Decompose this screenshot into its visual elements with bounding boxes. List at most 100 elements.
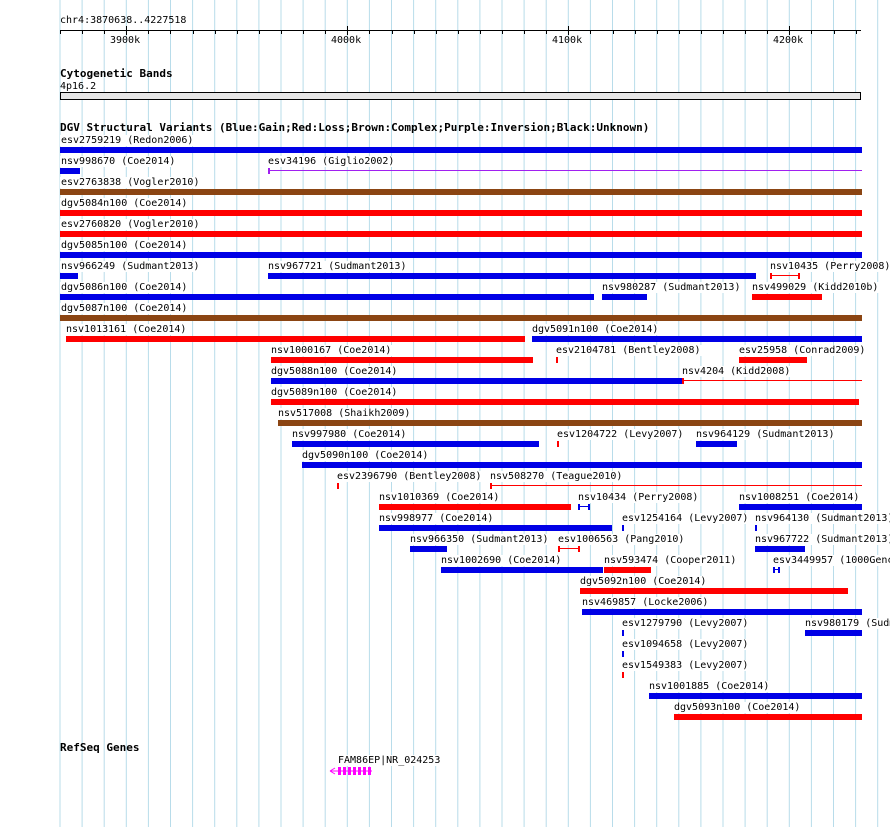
dgv-feature-label[interactable]: nsv967721 (Sudmant2013) (267, 261, 408, 272)
dgv-feature-label[interactable]: dgv5093n100 (Coe2014) (673, 702, 802, 713)
dgv-feature-label[interactable]: nsv1008251 (Coe2014) (738, 492, 861, 503)
dgv-feature-label[interactable]: nsv967722 (Sudmant2013) (754, 534, 890, 545)
dgv-feature-nsv1001885[interactable] (649, 693, 862, 699)
dgv-feature-label[interactable]: esv2760820 (Vogler2010) (60, 219, 201, 230)
dgv-feature-label[interactable]: nsv10434 (Perry2008) (577, 492, 700, 503)
dgv-feature-nsv1008251[interactable] (739, 504, 862, 510)
dgv-feature-nsv964130[interactable] (755, 525, 757, 531)
dgv-feature-label[interactable]: nsv966249 (Sudmant2013) (60, 261, 201, 272)
dgv-feature-dgv5091n100[interactable] (532, 336, 862, 342)
dgv-feature-label[interactable]: esv2104781 (Bentley2008) (555, 345, 702, 356)
dgv-feature-label[interactable]: esv2763838 (Vogler2010) (60, 177, 201, 188)
dgv-feature-label[interactable]: nsv1002690 (Coe2014) (440, 555, 563, 566)
dgv-feature-label[interactable]: dgv5089n100 (Coe2014) (270, 387, 399, 398)
dgv-feature-label[interactable]: esv34196 (Giglio2002) (267, 156, 396, 167)
dgv-feature-label[interactable]: nsv980179 (Sudm (804, 618, 890, 629)
dgv-feature-label[interactable]: nsv980287 (Sudmant2013) (601, 282, 742, 293)
dgv-feature-esv2759219[interactable] (60, 147, 862, 153)
dgv-feature-esv25958[interactable] (739, 357, 807, 363)
dgv-feature-label[interactable]: nsv469857 (Locke2006) (581, 597, 710, 608)
dgv-feature-label[interactable]: nsv517008 (Shaikh2009) (277, 408, 412, 419)
dgv-feature-label[interactable]: dgv5085n100 (Coe2014) (60, 240, 189, 251)
dgv-feature-dgv5092n100[interactable] (580, 588, 848, 594)
dgv-feature-label[interactable]: nsv1001885 (Coe2014) (648, 681, 771, 692)
dgv-feature-nsv469857[interactable] (582, 609, 862, 615)
dgv-feature-esv1254164[interactable] (622, 525, 624, 531)
dgv-feature-label[interactable]: dgv5090n100 (Coe2014) (301, 450, 430, 461)
dgv-feature-label[interactable]: nsv1000167 (Coe2014) (270, 345, 393, 356)
dgv-feature-label[interactable]: esv1279790 (Levy2007) (621, 618, 750, 629)
dgv-feature-label[interactable]: esv2396790 (Bentley2008) (336, 471, 483, 482)
dgv-feature-esv34196[interactable] (268, 170, 862, 171)
dgv-feature-esv3449957[interactable] (773, 569, 780, 570)
dgv-feature-label[interactable]: nsv964130 (Sudmant2013) (754, 513, 890, 524)
dgv-feature-label[interactable]: dgv5087n100 (Coe2014) (60, 303, 189, 314)
dgv-feature-nsv967722[interactable] (755, 546, 805, 552)
dgv-feature-dgv5085n100[interactable] (60, 252, 862, 258)
dgv-feature-nsv508270[interactable] (490, 485, 862, 486)
dgv-feature-nsv1002690[interactable] (441, 567, 603, 573)
dgv-feature-label[interactable]: nsv1013161 (Coe2014) (65, 324, 188, 335)
dgv-feature-nsv593474[interactable] (604, 567, 651, 573)
dgv-feature-label[interactable]: dgv5091n100 (Coe2014) (531, 324, 660, 335)
dgv-feature-dgv5089n100[interactable] (271, 399, 859, 405)
dgv-feature-label[interactable]: nsv593474 (Cooper2011) (603, 555, 738, 566)
dgv-feature-label[interactable]: esv1254164 (Levy2007) (621, 513, 750, 524)
dgv-feature-label[interactable]: esv1094658 (Levy2007) (621, 639, 750, 650)
dgv-feature-esv2763838[interactable] (60, 189, 862, 195)
dgv-feature-label[interactable]: dgv5086n100 (Coe2014) (60, 282, 189, 293)
dgv-feature-esv2760820[interactable] (60, 231, 862, 237)
dgv-feature-label[interactable]: esv2759219 (Redon2006) (60, 135, 195, 146)
dgv-feature-dgv5086n100[interactable] (60, 294, 594, 300)
dgv-feature-label[interactable]: esv25958 (Conrad2009) (738, 345, 867, 356)
dgv-feature-label[interactable]: nsv4204 (Kidd2008) (681, 366, 792, 377)
dgv-feature-nsv964129[interactable] (696, 441, 737, 447)
dgv-feature-label[interactable]: esv1549383 (Levy2007) (621, 660, 750, 671)
refseq-gene-glyph[interactable] (328, 765, 374, 777)
dgv-feature-label[interactable]: nsv10435 (Perry2008) (769, 261, 890, 272)
dgv-feature-label[interactable]: nsv964129 (Sudmant2013) (695, 429, 836, 440)
dgv-feature-label[interactable]: nsv998977 (Coe2014) (378, 513, 495, 524)
dgv-feature-nsv980179[interactable] (805, 630, 862, 636)
dgv-feature-nsv10435[interactable] (770, 275, 800, 276)
dgv-feature-label[interactable]: esv1204722 (Levy2007) (556, 429, 685, 440)
dgv-feature-nsv1000167[interactable] (271, 357, 533, 363)
dgv-feature-label[interactable]: nsv966350 (Sudmant2013) (409, 534, 550, 545)
dgv-feature-label[interactable]: nsv508270 (Teague2010) (489, 471, 624, 482)
dgv-feature-label[interactable]: dgv5084n100 (Coe2014) (60, 198, 189, 209)
dgv-feature-nsv980287[interactable] (602, 294, 647, 300)
dgv-feature-nsv1010369[interactable] (379, 504, 571, 510)
dgv-feature-nsv499029[interactable] (752, 294, 822, 300)
dgv-feature-esv1204722[interactable] (557, 441, 559, 447)
dgv-feature-nsv967721[interactable] (268, 273, 756, 279)
dgv-feature-label[interactable]: nsv499029 (Kidd2010b) (751, 282, 880, 293)
dgv-feature-label[interactable]: nsv998670 (Coe2014) (60, 156, 177, 167)
dgv-feature-nsv966249[interactable] (60, 273, 78, 279)
dgv-feature-nsv10434[interactable] (578, 506, 590, 507)
dgv-feature-dgv5093n100[interactable] (674, 714, 862, 720)
dgv-feature-nsv4204[interactable] (682, 380, 862, 381)
dgv-feature-label[interactable]: esv3449957 (1000Genc (772, 555, 890, 566)
dgv-feature-label[interactable]: nsv997980 (Coe2014) (291, 429, 408, 440)
dgv-feature-nsv998670[interactable] (60, 168, 80, 174)
dgv-feature-dgv5084n100[interactable] (60, 210, 862, 216)
cytoband-bar[interactable] (60, 92, 861, 100)
dgv-feature-label[interactable]: dgv5088n100 (Coe2014) (270, 366, 399, 377)
dgv-feature-esv2396790[interactable] (337, 483, 339, 489)
dgv-feature-esv1006563[interactable] (558, 548, 580, 549)
dgv-feature-dgv5090n100[interactable] (302, 462, 862, 468)
dgv-feature-esv2104781[interactable] (556, 357, 558, 363)
dgv-feature-nsv998977[interactable] (379, 525, 612, 531)
dgv-feature-esv1549383[interactable] (622, 672, 624, 678)
dgv-feature-label[interactable]: esv1006563 (Pang2010) (557, 534, 686, 545)
dgv-feature-dgv5087n100[interactable] (60, 315, 862, 321)
dgv-feature-esv1094658[interactable] (622, 651, 624, 657)
dgv-feature-label[interactable]: dgv5092n100 (Coe2014) (579, 576, 708, 587)
dgv-feature-nsv966350[interactable] (410, 546, 447, 552)
dgv-feature-nsv1013161[interactable] (66, 336, 525, 342)
dgv-feature-dgv5088n100[interactable] (271, 378, 682, 384)
dgv-feature-label[interactable]: nsv1010369 (Coe2014) (378, 492, 501, 503)
dgv-feature-esv1279790[interactable] (622, 630, 624, 636)
dgv-feature-nsv517008[interactable] (278, 420, 862, 426)
dgv-feature-nsv997980[interactable] (292, 441, 539, 447)
